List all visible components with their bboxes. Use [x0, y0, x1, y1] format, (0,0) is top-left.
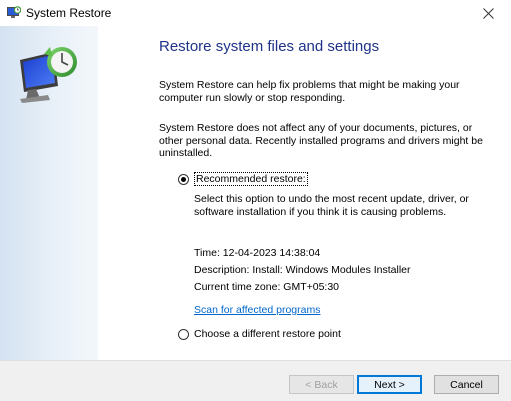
title-bar: System Restore: [0, 0, 511, 26]
recommended-restore-label: Recommended restore:: [194, 172, 308, 186]
main-content: Restore system files and settings System…: [98, 26, 511, 360]
restore-timezone: Current time zone: GMT+05:30: [194, 281, 340, 293]
scan-affected-programs-link[interactable]: Scan for affected programs: [194, 304, 320, 316]
window-title: System Restore: [26, 6, 112, 20]
sidebar-banner: [0, 26, 99, 360]
close-icon: [482, 7, 494, 19]
different-restore-point-radio[interactable]: [178, 328, 189, 340]
recommended-restore-option[interactable]: Recommended restore:: [178, 172, 308, 186]
recommended-restore-description: Select this option to undo the most rece…: [194, 193, 469, 218]
note-text: System Restore does not affect any of yo…: [159, 122, 483, 159]
different-restore-point-option[interactable]: Choose a different restore point: [178, 328, 341, 340]
back-button[interactable]: < Back: [289, 375, 354, 394]
recommended-restore-radio[interactable]: [178, 173, 189, 185]
system-restore-icon: [7, 6, 21, 18]
next-button[interactable]: Next >: [357, 375, 422, 394]
close-button[interactable]: [465, 0, 511, 26]
restore-time: Time: 12-04-2023 14:38:04: [194, 247, 321, 259]
restore-description: Description: Install: Windows Modules In…: [194, 264, 411, 276]
system-restore-monitor-icon: [20, 47, 77, 103]
button-bar: < Back Next > Cancel: [0, 360, 511, 401]
intro-text: System Restore can help fix problems tha…: [159, 79, 460, 104]
page-title: Restore system files and settings: [159, 38, 380, 55]
different-restore-point-label: Choose a different restore point: [194, 328, 341, 340]
cancel-button[interactable]: Cancel: [434, 375, 499, 394]
